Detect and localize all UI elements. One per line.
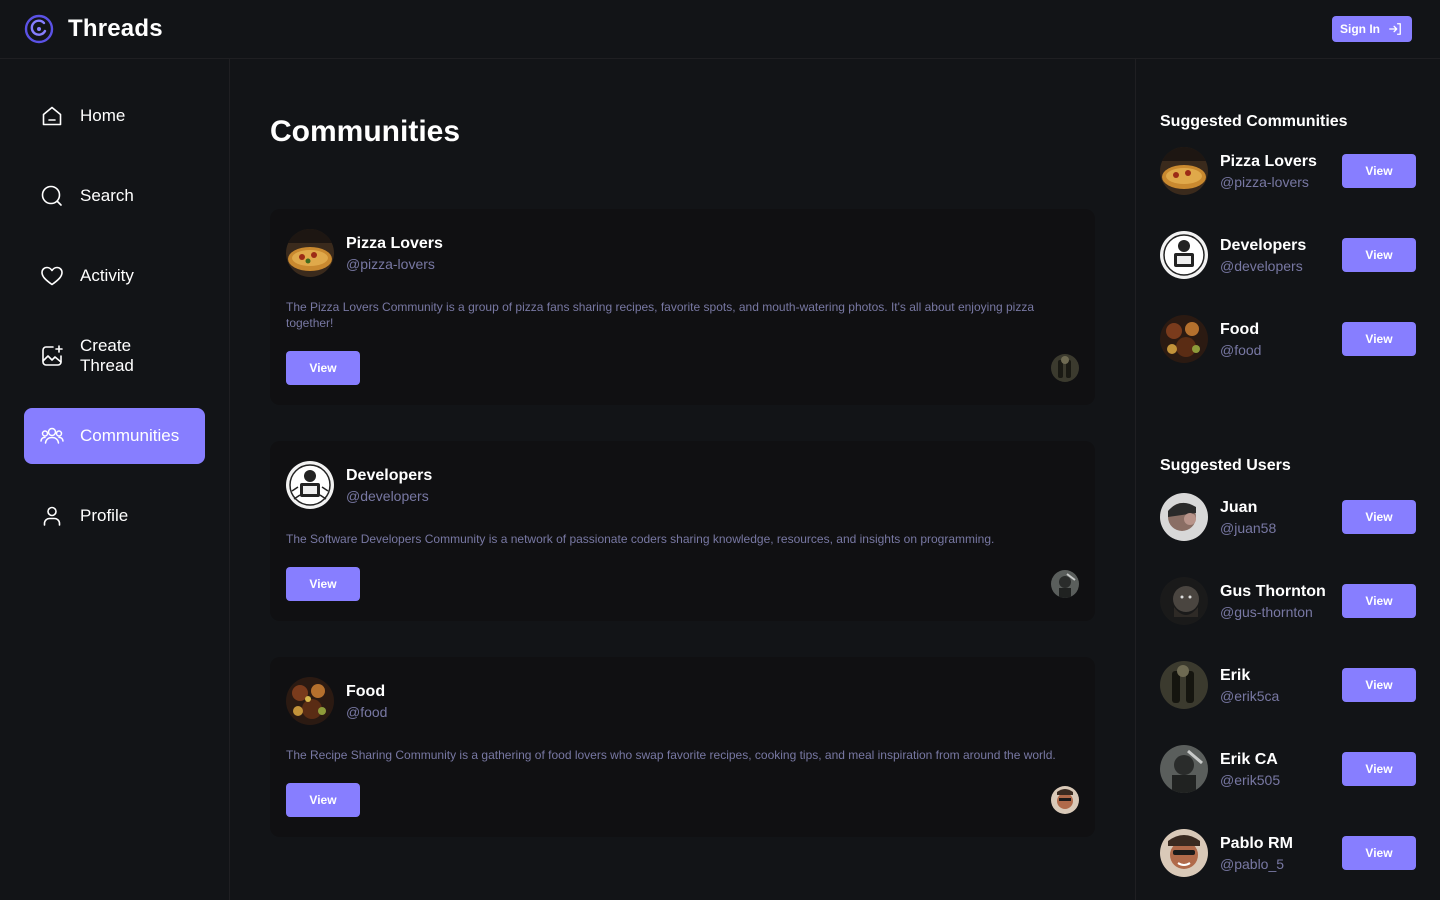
user-name[interactable]: Erik CA: [1220, 749, 1342, 770]
sidebar-item-search[interactable]: Search: [24, 168, 205, 224]
view-button[interactable]: View: [286, 567, 360, 601]
view-button[interactable]: View: [1342, 500, 1416, 534]
page-title: Communities: [270, 115, 461, 148]
community-handle: @pizza-lovers: [346, 255, 435, 272]
sidebar-item-home[interactable]: Home: [24, 88, 205, 144]
user-handle: @juan58: [1220, 519, 1277, 536]
community-bio: The Pizza Lovers Community is a group of…: [286, 300, 1035, 330]
user-avatar[interactable]: [1160, 577, 1208, 625]
sidebar-item-create-thread[interactable]: Create Thread: [24, 328, 205, 384]
app-name: Threads: [68, 15, 163, 42]
community-handle: @food: [346, 703, 388, 720]
view-button[interactable]: View: [286, 783, 360, 817]
view-button[interactable]: View: [286, 351, 360, 385]
sidebar-item-profile[interactable]: Profile: [24, 488, 205, 544]
community-card: Developers @developers The Software Deve…: [270, 441, 1095, 621]
sidebar-item-label: Activity: [80, 266, 134, 285]
user-handle: @erik5ca: [1220, 687, 1280, 704]
user-avatar[interactable]: [1160, 493, 1208, 541]
view-button[interactable]: View: [1342, 322, 1416, 356]
user-icon: [43, 506, 61, 526]
community-bio: The Recipe Sharing Community is a gather…: [286, 748, 1056, 762]
left-sidebar: Home Search Activity Create Thread Commu…: [0, 59, 230, 900]
sidebar-item-label: Communities: [80, 426, 180, 445]
community-name[interactable]: Pizza Lovers: [346, 233, 443, 254]
suggested-user: Juan @juan58 View: [1160, 493, 1416, 541]
suggested-users-title: Suggested Users: [1160, 457, 1291, 474]
community-name[interactable]: Food: [1220, 319, 1342, 340]
user-avatar[interactable]: [1160, 829, 1208, 877]
user-avatar[interactable]: [1160, 661, 1208, 709]
user-name[interactable]: Pablo RM: [1220, 833, 1342, 854]
member-avatar[interactable]: [1051, 786, 1079, 814]
user-name[interactable]: Juan: [1220, 497, 1342, 518]
community-avatar[interactable]: [286, 677, 334, 725]
community-card: Food @food The Recipe Sharing Community …: [270, 657, 1095, 837]
home-icon: [42, 106, 62, 126]
user-handle: @gus-thornton: [1220, 603, 1313, 620]
search-icon: [41, 185, 62, 206]
sign-in-button[interactable]: Sign In: [1332, 16, 1412, 42]
community-name[interactable]: Food: [346, 681, 387, 702]
community-handle: @pizza-lovers: [1220, 173, 1309, 190]
suggested-communities-title: Suggested Communities: [1160, 113, 1348, 130]
sign-in-label: Sign In: [1340, 22, 1380, 36]
sidebar-item-activity[interactable]: Activity: [24, 248, 205, 304]
sign-in-icon: [1389, 23, 1401, 35]
community-card: Pizza Lovers @pizza-lovers The Pizza Lov…: [270, 209, 1095, 405]
top-bar: Threads Sign In: [0, 0, 1440, 59]
community-handle: @developers: [346, 487, 429, 504]
member-avatar[interactable]: [1051, 354, 1079, 382]
sidebar-item-label: Search: [80, 186, 134, 205]
view-button[interactable]: View: [1342, 584, 1416, 618]
view-button[interactable]: View: [1342, 752, 1416, 786]
community-avatar[interactable]: [1160, 231, 1208, 279]
suggested-user: Erik CA @erik505 View: [1160, 745, 1416, 793]
view-button[interactable]: View: [1342, 836, 1416, 870]
user-handle: @erik505: [1220, 771, 1281, 788]
user-handle: @pablo_5: [1220, 855, 1285, 872]
suggested-user: Gus Thornton @gus-thornton View: [1160, 577, 1416, 625]
view-button[interactable]: View: [1342, 668, 1416, 702]
suggested-community: Developers @developers View: [1160, 231, 1416, 279]
main-content: Communities Pizza Lovers @pizza-lovers T…: [230, 59, 1135, 900]
community-handle: @developers: [1220, 257, 1303, 274]
sidebar-item-communities[interactable]: Communities: [24, 408, 205, 464]
suggested-user: Erik @erik5ca View: [1160, 661, 1416, 709]
community-name[interactable]: Developers: [346, 465, 432, 486]
member-avatar[interactable]: [1051, 570, 1079, 598]
create-thread-icon: [42, 345, 63, 366]
user-name[interactable]: Gus Thornton: [1220, 581, 1342, 602]
brand[interactable]: Threads: [24, 14, 163, 44]
community-handle: @food: [1220, 341, 1262, 358]
view-button[interactable]: View: [1342, 238, 1416, 272]
sidebar-item-label: Home: [80, 106, 126, 125]
community-name[interactable]: Pizza Lovers: [1220, 151, 1342, 172]
community-avatar[interactable]: [286, 461, 334, 509]
view-button[interactable]: View: [1342, 154, 1416, 188]
community-name[interactable]: Developers: [1220, 235, 1342, 256]
suggested-community: Food @food View: [1160, 315, 1416, 363]
user-avatar[interactable]: [1160, 745, 1208, 793]
sidebar-item-label: Profile: [80, 506, 129, 525]
heart-icon: [41, 266, 63, 286]
right-sidebar: Suggested Communities Pizza Lovers @pizz…: [1135, 59, 1440, 900]
sidebar-item-label: Create Thread: [80, 336, 134, 375]
community-avatar[interactable]: [1160, 315, 1208, 363]
community-avatar[interactable]: [286, 229, 334, 277]
community-avatar[interactable]: [1160, 147, 1208, 195]
community-bio: The Software Developers Community is a n…: [286, 532, 995, 546]
communities-icon: [40, 427, 64, 444]
user-name[interactable]: Erik: [1220, 665, 1342, 686]
threads-logo-icon: [24, 14, 54, 44]
suggested-user: Pablo RM @pablo_5 View: [1160, 829, 1416, 877]
suggested-community: Pizza Lovers @pizza-lovers View: [1160, 147, 1416, 195]
